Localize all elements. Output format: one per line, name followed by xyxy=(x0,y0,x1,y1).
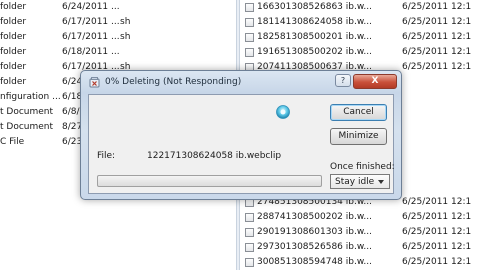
file-row[interactable]: folder 6/17/2011 ... sh xyxy=(0,30,236,45)
dialog-title-bar[interactable]: 0% Deleting (Not Responding) ? X xyxy=(81,71,401,93)
busy-spinner-icon xyxy=(276,105,290,119)
file-row[interactable]: 300851308594748 ib.w... 6/25/2011 12:1 xyxy=(240,255,480,270)
file-date: 6/25/2011 12:1 xyxy=(402,227,472,237)
file-type: folder xyxy=(0,62,27,72)
dialog-title: 0% Deleting (Not Responding) xyxy=(105,77,242,87)
row-checkbox[interactable] xyxy=(245,3,254,12)
row-checkbox[interactable] xyxy=(245,213,254,222)
file-date: 6/25/2011 12:1 xyxy=(402,197,472,207)
dialog-content: Cancel Minimize File: 122171308624058 ib… xyxy=(88,94,395,194)
file-row[interactable]: 290191308601303 ib.w... 6/25/2011 12:1 xyxy=(240,225,480,240)
row-checkbox[interactable] xyxy=(245,18,254,27)
close-button[interactable]: X xyxy=(353,74,397,89)
row-checkbox[interactable] xyxy=(245,243,254,252)
once-finished-select[interactable]: Stay idle xyxy=(330,174,390,189)
file-date: 6/25/2011 12:1 xyxy=(402,242,472,252)
file-extra: sh xyxy=(120,17,131,27)
file-type: C File xyxy=(0,137,25,147)
file-type: folder xyxy=(0,17,27,27)
cancel-button[interactable]: Cancel xyxy=(330,104,387,121)
file-type: folder xyxy=(0,2,27,12)
once-finished-label: Once finished: xyxy=(330,162,395,172)
file-extra: sh xyxy=(120,32,131,42)
file-row[interactable]: 191651308500202 ib.w... 6/25/2011 12:1 xyxy=(240,45,480,60)
current-file-name: 122171308624058 ib.webclip xyxy=(147,151,282,161)
deleting-dialog: 0% Deleting (Not Responding) ? X Cancel … xyxy=(80,70,402,200)
file-name: 182581308500201 ib.w... xyxy=(257,32,372,42)
file-name: 297301308526586 ib.w... xyxy=(257,242,372,252)
file-type: folder xyxy=(0,47,27,57)
file-name: 181141308624058 ib.w... xyxy=(257,17,372,27)
deletion-progress-bar xyxy=(97,175,322,187)
file-date: 6/17/2011 ... xyxy=(62,17,120,27)
file-label: File: xyxy=(97,151,116,161)
row-checkbox[interactable] xyxy=(245,48,254,57)
file-date: 6/25/2011 12:1 xyxy=(402,257,472,267)
file-type: nfiguration ... xyxy=(0,92,61,102)
file-row[interactable]: folder 6/18/2011 ... xyxy=(0,45,236,60)
help-button[interactable]: ? xyxy=(335,74,351,87)
file-type: t Document xyxy=(0,107,54,117)
file-row[interactable]: 297301308526586 ib.w... 6/25/2011 12:1 xyxy=(240,240,480,255)
file-row[interactable]: 182581308500201 ib.w... 6/25/2011 12:1 xyxy=(240,30,480,45)
file-name: 166301308526863 ib.w... xyxy=(257,2,372,12)
row-checkbox[interactable] xyxy=(245,258,254,267)
once-finished-value: Stay idle xyxy=(335,177,375,187)
file-name: 191651308500202 ib.w... xyxy=(257,47,372,57)
row-checkbox[interactable] xyxy=(245,228,254,237)
file-row[interactable]: 288741308500202 ib.w... 6/25/2011 12:1 xyxy=(240,210,480,225)
chevron-down-icon xyxy=(378,180,384,184)
file-type: t Document xyxy=(0,122,54,132)
file-date: 6/25/2011 12:1 xyxy=(402,17,472,27)
file-row[interactable]: 166301308526863 ib.w... 6/25/2011 12:1 xyxy=(240,0,480,15)
file-date: 6/25/2011 12:1 xyxy=(402,47,472,57)
minimize-button[interactable]: Minimize xyxy=(330,128,387,145)
file-type: folder xyxy=(0,77,27,87)
file-name: 290191308601303 ib.w... xyxy=(257,227,372,237)
file-date: 6/25/2011 12:1 xyxy=(402,62,472,72)
file-row[interactable]: folder 6/24/2011 ... xyxy=(0,0,236,15)
deleting-app-icon xyxy=(89,77,100,88)
file-date: 6/24/2011 ... xyxy=(62,2,120,12)
file-row[interactable]: 181141308624058 ib.w... 6/25/2011 12:1 xyxy=(240,15,480,30)
file-date: 6/25/2011 12:1 xyxy=(402,32,472,42)
file-date: 6/25/2011 12:1 xyxy=(402,212,472,222)
row-checkbox[interactable] xyxy=(245,33,254,42)
file-date: 6/17/2011 ... xyxy=(62,32,120,42)
file-row[interactable]: folder 6/17/2011 ... sh xyxy=(0,15,236,30)
file-date: 6/25/2011 12:1 xyxy=(402,2,472,12)
file-type: folder xyxy=(0,32,27,42)
file-name: 288741308500202 ib.w... xyxy=(257,212,372,222)
file-date: 6/18/2011 ... xyxy=(62,47,120,57)
file-name: 300851308594748 ib.w... xyxy=(257,257,372,267)
